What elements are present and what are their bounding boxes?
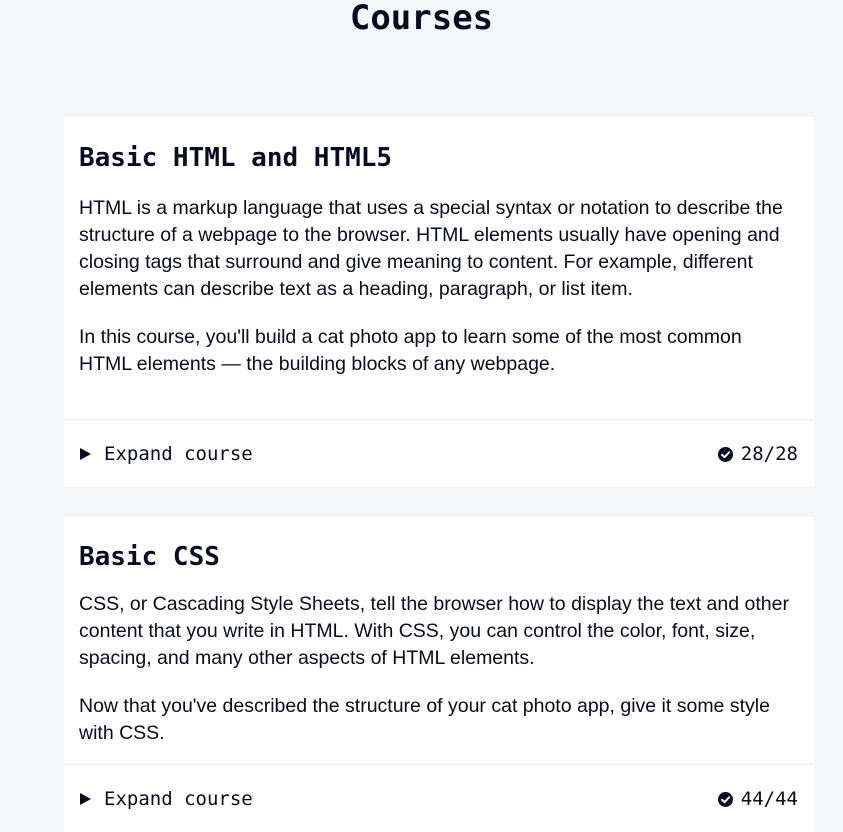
course-footer: Expand course 28/28 [64, 421, 814, 487]
course-card: Basic CSS CSS, or Cascading Style Sheets… [64, 517, 814, 832]
course-description: CSS, or Cascading Style Sheets, tell the… [79, 593, 789, 669]
course-body: Basic CSS CSS, or Cascading Style Sheets… [64, 517, 814, 747]
course-title: Basic HTML and HTML5 [79, 143, 393, 173]
expand-course-label: Expand course [104, 788, 253, 810]
course-card: Basic HTML and HTML5 HTML is a markup la… [64, 117, 814, 487]
progress-count: 44/44 [740, 788, 798, 810]
page-title: Courses [349, 0, 494, 38]
course-progress: 44/44 [717, 788, 798, 810]
progress-count: 28/28 [740, 443, 798, 465]
course-description: HTML is a markup language that uses a sp… [79, 197, 783, 300]
check-circle-icon [717, 446, 733, 462]
course-footer: Expand course 44/44 [64, 766, 814, 832]
triangle-right-icon [80, 448, 91, 460]
check-circle-icon [717, 791, 733, 807]
course-description: In this course, you'll build a cat photo… [79, 326, 742, 375]
course-progress: 28/28 [717, 443, 798, 465]
expand-course-button[interactable]: Expand course [79, 443, 253, 465]
course-description: Now that you've described the structure … [79, 695, 770, 744]
triangle-right-icon [80, 793, 91, 805]
course-body: Basic HTML and HTML5 HTML is a markup la… [64, 117, 814, 378]
expand-course-button[interactable]: Expand course [79, 788, 253, 810]
course-title: Basic CSS [79, 542, 220, 572]
expand-course-label: Expand course [104, 443, 253, 465]
